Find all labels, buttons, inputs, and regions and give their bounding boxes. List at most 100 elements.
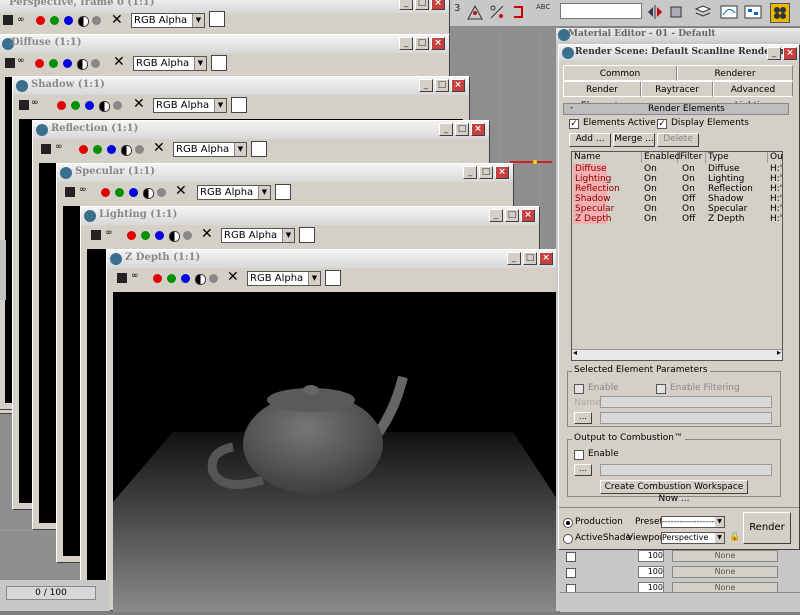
monochrome-icon[interactable]: [135, 145, 144, 154]
schematic-view-icon[interactable]: [744, 3, 762, 21]
tab-render-elements[interactable]: Render Elements: [563, 81, 641, 111]
maximize-icon[interactable]: □: [455, 123, 469, 136]
merge-button[interactable]: Merge ...: [613, 133, 655, 147]
color-swatch[interactable]: [251, 141, 267, 157]
table-row[interactable]: Reflection On On Reflection H:': [572, 184, 782, 194]
tab-advanced-lighting[interactable]: Advanced Lighting: [713, 81, 793, 111]
combustion-enable-checkbox[interactable]: [574, 450, 584, 460]
render-elements-rollout[interactable]: - Render Elements: [563, 103, 789, 115]
layer-manager-icon[interactable]: [694, 3, 712, 21]
maximize-icon[interactable]: □: [415, 0, 429, 10]
close-icon[interactable]: ×: [471, 123, 485, 136]
column-header-output[interactable]: Ou: [768, 152, 784, 163]
minimize-icon[interactable]: _: [419, 79, 433, 92]
alpha-channel-icon[interactable]: [143, 188, 154, 199]
green-channel-icon[interactable]: [49, 59, 58, 68]
align-icon[interactable]: [668, 3, 686, 21]
monochrome-icon[interactable]: [183, 231, 192, 240]
green-channel-icon[interactable]: [141, 231, 150, 240]
element-name-field[interactable]: [600, 396, 772, 408]
blue-channel-icon[interactable]: [155, 231, 164, 240]
combustion-path-field[interactable]: [600, 464, 772, 476]
column-header-filter[interactable]: Filter: [678, 152, 706, 163]
alpha-channel-icon[interactable]: [121, 145, 132, 156]
minimize-icon[interactable]: _: [439, 123, 453, 136]
monochrome-icon[interactable]: [91, 59, 100, 68]
tab-raytracer[interactable]: Raytracer: [641, 81, 713, 97]
save-icon[interactable]: [41, 144, 51, 154]
curve-editor-icon[interactable]: [720, 3, 738, 21]
production-radio[interactable]: [563, 518, 573, 528]
display-elements-checkbox[interactable]: ✓: [657, 119, 667, 129]
table-row[interactable]: Diffuse On On Diffuse H:': [572, 164, 782, 174]
time-slider[interactable]: 0 / 100: [6, 586, 96, 600]
channel-select[interactable]: RGB Alpha ▼: [153, 98, 227, 113]
red-channel-icon[interactable]: [153, 274, 162, 283]
blue-channel-icon[interactable]: [64, 16, 73, 25]
map-button[interactable]: None: [672, 550, 778, 562]
clone-icon[interactable]: ∞: [17, 56, 25, 66]
delete-button[interactable]: Delete: [657, 133, 699, 147]
angle-snap-icon[interactable]: [466, 3, 484, 21]
alpha-channel-icon[interactable]: [169, 231, 180, 242]
channel-select[interactable]: RGB Alpha ▼: [131, 13, 205, 28]
preset-select[interactable]: -------------------- ▼: [661, 516, 725, 528]
table-row[interactable]: Specular On On Specular H:': [572, 204, 782, 214]
tab-renderer[interactable]: Renderer: [677, 65, 793, 81]
green-channel-icon[interactable]: [50, 16, 59, 25]
material-editor-icon[interactable]: [770, 3, 790, 23]
save-icon[interactable]: [117, 273, 127, 283]
blue-channel-icon[interactable]: [129, 188, 138, 197]
minimize-icon[interactable]: _: [399, 37, 413, 50]
monochrome-icon[interactable]: [92, 16, 101, 25]
green-channel-icon[interactable]: [115, 188, 124, 197]
mirror-icon[interactable]: [646, 3, 664, 21]
clear-icon[interactable]: ✕: [175, 183, 187, 199]
browse-button[interactable]: ...: [574, 412, 592, 424]
column-header-type[interactable]: Type: [706, 152, 768, 163]
map-amount[interactable]: 100: [638, 566, 664, 578]
color-swatch[interactable]: [231, 97, 247, 113]
alpha-channel-icon[interactable]: [195, 274, 206, 285]
close-icon[interactable]: ×: [783, 47, 797, 60]
clone-icon[interactable]: ∞: [17, 15, 25, 25]
channel-select[interactable]: RGB Alpha ▼: [173, 142, 247, 157]
table-row[interactable]: Z Depth On Off Z Depth H:': [572, 214, 782, 224]
clone-icon[interactable]: ∞: [131, 271, 139, 281]
minimize-icon[interactable]: _: [489, 209, 503, 222]
map-button[interactable]: None: [672, 566, 778, 578]
save-icon[interactable]: [3, 15, 13, 25]
scroll-right-icon[interactable]: ▸: [777, 348, 781, 357]
clone-icon[interactable]: ∞: [79, 185, 87, 195]
channel-select[interactable]: RGB Alpha ▼: [221, 228, 295, 243]
column-header-name[interactable]: Name: [572, 152, 642, 163]
close-icon[interactable]: ×: [451, 79, 465, 92]
map-amount[interactable]: 100: [638, 550, 664, 562]
close-icon[interactable]: ×: [521, 209, 535, 222]
color-swatch[interactable]: [209, 11, 225, 27]
close-icon[interactable]: ×: [431, 37, 445, 50]
red-channel-icon[interactable]: [127, 231, 136, 240]
viewport-select[interactable]: Perspective ▼: [661, 532, 725, 544]
maximize-icon[interactable]: □: [479, 166, 493, 179]
blue-channel-icon[interactable]: [63, 59, 72, 68]
red-channel-icon[interactable]: [36, 16, 45, 25]
save-icon[interactable]: [65, 187, 75, 197]
table-row[interactable]: Lighting On On Lighting H:': [572, 174, 782, 184]
create-combustion-workspace-button[interactable]: Create Combustion Workspace Now ...: [600, 480, 748, 504]
spinner-snap-icon[interactable]: [510, 3, 528, 21]
alpha-channel-icon[interactable]: [78, 16, 89, 27]
horizontal-scrollbar[interactable]: ◂ ▸: [572, 348, 782, 360]
save-icon[interactable]: [19, 100, 29, 110]
channel-select[interactable]: RGB Alpha ▼: [247, 271, 321, 286]
clone-icon[interactable]: ∞: [105, 228, 113, 238]
monochrome-icon[interactable]: [209, 274, 218, 283]
close-icon[interactable]: ×: [431, 0, 445, 10]
activeshade-radio[interactable]: [563, 534, 573, 544]
channel-select[interactable]: RGB Alpha ▼: [133, 56, 207, 71]
channel-select[interactable]: RGB Alpha ▼: [197, 185, 271, 200]
browse-button[interactable]: ...: [574, 464, 592, 476]
enable-checkbox[interactable]: [574, 384, 584, 394]
clear-icon[interactable]: ✕: [111, 12, 123, 28]
clear-icon[interactable]: ✕: [201, 226, 213, 242]
